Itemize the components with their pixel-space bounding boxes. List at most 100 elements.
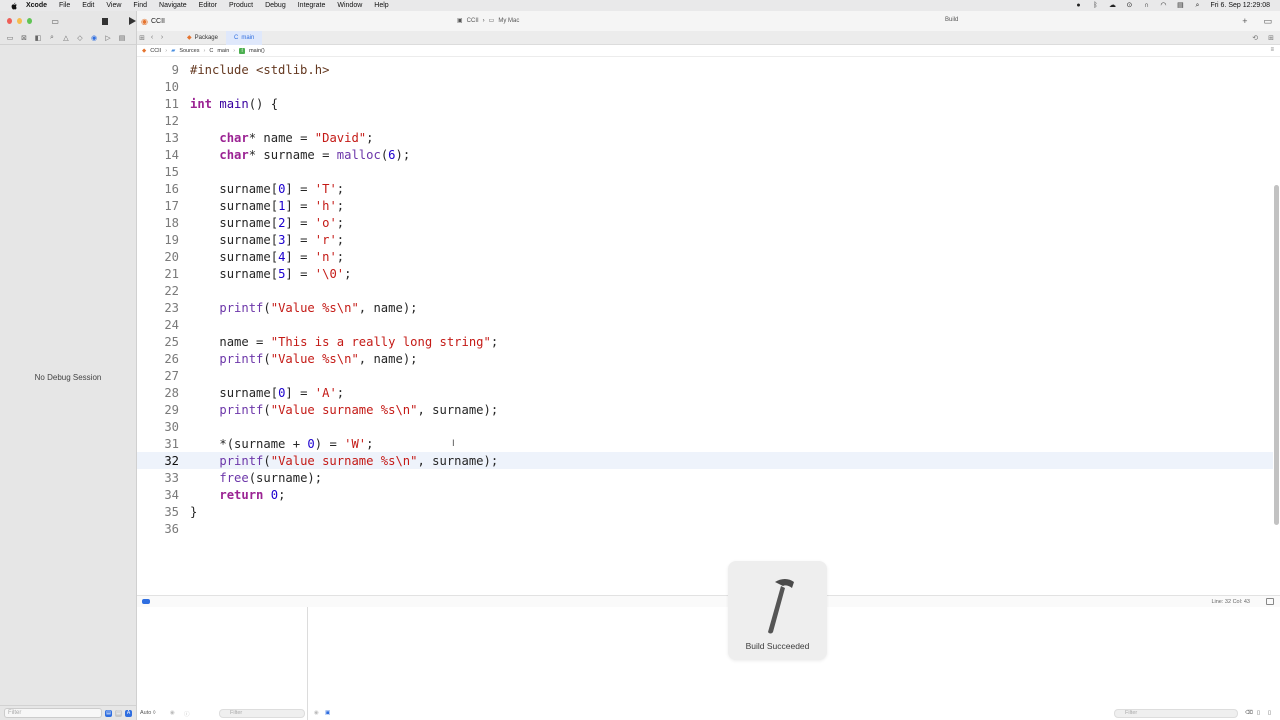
info-icon[interactable]: ⓘ	[184, 710, 190, 718]
menu-edit[interactable]: Edit	[82, 2, 94, 9]
eye-icon[interactable]: ◉	[314, 710, 319, 716]
sidebar-toggle-icon[interactable]: ▭	[51, 17, 59, 26]
code-line: 16 surname[0] = 'T';	[137, 180, 1273, 197]
jumpbar-item-sources[interactable]: Sources	[179, 48, 199, 54]
variables-filter-input[interactable]: Filter	[219, 709, 305, 718]
sidebar-filter-input[interactable]: Filter	[4, 708, 102, 718]
line-number: 35	[164, 504, 179, 519]
bookmark-icon[interactable]: ◧	[34, 34, 42, 42]
window-controls: ▭	[0, 11, 137, 31]
destination-device: My Mac	[498, 17, 520, 24]
add-icon[interactable]: +	[1242, 16, 1247, 27]
variables-scope-select[interactable]: Auto ◊	[140, 710, 156, 716]
tab-main[interactable]: C main	[225, 30, 263, 45]
debug-area-toggle-icon[interactable]	[142, 599, 150, 604]
scheme-name: CCII	[150, 18, 165, 25]
line-number: 34	[164, 487, 179, 502]
code-line: 20 surname[4] = 'n';	[137, 248, 1273, 265]
minimize-window-button[interactable]	[17, 18, 23, 24]
code-line: 13 char* name = "David";	[137, 129, 1273, 146]
jumpbar-item-function[interactable]: main()	[249, 48, 265, 54]
build-succeeded-label: Build Succeeded	[745, 641, 810, 651]
code-line: 19 surname[3] = 'r';	[137, 231, 1273, 248]
jumpbar-item-project[interactable]: CCII	[150, 48, 161, 54]
eye-icon[interactable]: ◉	[170, 710, 175, 716]
apple-icon[interactable]	[10, 2, 18, 10]
trash-icon[interactable]: ⌫	[1245, 710, 1253, 716]
console-icon[interactable]: ▣	[325, 710, 330, 716]
code-line: 26 printf("Value %s\n", name);	[137, 350, 1273, 367]
menu-window[interactable]: Window	[337, 2, 362, 9]
menu-debug[interactable]: Debug	[265, 2, 286, 9]
run-button[interactable]	[129, 17, 137, 25]
line-number: 25	[164, 334, 179, 349]
code-line: 30	[137, 418, 1273, 435]
panel-toggle-icon[interactable]	[1266, 598, 1274, 605]
forward-icon[interactable]: ›	[157, 34, 167, 41]
menu-editor[interactable]: Editor	[199, 2, 217, 9]
menu-integrate[interactable]: Integrate	[298, 2, 326, 9]
grid-icon[interactable]: ⊞	[137, 34, 147, 42]
menu-navigate[interactable]: Navigate	[159, 2, 187, 9]
menu-help[interactable]: Help	[374, 2, 388, 9]
code-line: 22	[137, 282, 1273, 299]
control-center-icon[interactable]: ▤	[1176, 2, 1184, 9]
record-icon[interactable]: ●	[1074, 2, 1082, 9]
editor-scrollbar[interactable]	[1274, 185, 1279, 525]
code-text: #include <stdlib.h>	[190, 62, 330, 77]
terminal-icon: ▣	[457, 18, 463, 24]
code-text: surname[5] = '\0';	[219, 266, 352, 281]
wifi-icon[interactable]: ◠	[1159, 2, 1167, 9]
chevron-icon: ›	[233, 47, 236, 54]
cloud-icon[interactable]: ☁	[1108, 2, 1116, 9]
code-line: 24	[137, 316, 1273, 333]
source-editor[interactable]: 9 #include <stdlib.h> 10 11 int main() { 1…	[137, 61, 1280, 601]
find-icon[interactable]: ⌕	[48, 34, 56, 42]
code-text: *(surname + 0) = 'W';	[219, 436, 374, 451]
close-window-button[interactable]	[7, 18, 13, 24]
split-left-icon[interactable]: ▯	[1257, 710, 1260, 716]
filter-option3-icon[interactable]: A	[125, 709, 132, 717]
code-line-current: 32 printf("Value surname %s\n", surname)…	[137, 452, 1273, 469]
play-circle-icon[interactable]: ⊙	[1125, 2, 1133, 9]
issue-icon[interactable]: △	[62, 34, 70, 42]
line-column-indicator: Line: 32 Col: 43	[1211, 599, 1250, 605]
code-text: surname[0] = 'A';	[219, 385, 345, 400]
add-editor-icon[interactable]: ⊞	[1268, 34, 1274, 42]
zoom-window-button[interactable]	[27, 18, 33, 24]
run-destination[interactable]: ▣ CCII › ▭ My Mac	[457, 17, 520, 25]
editor-tab-bar: ⊞ ‹ › ◆ Package C main ⟲ ⊞	[137, 30, 1280, 45]
headphones-icon[interactable]: ∩	[1142, 2, 1150, 9]
line-number: 27	[164, 368, 179, 383]
bluetooth-icon[interactable]: ᛒ	[1091, 2, 1099, 9]
test-icon[interactable]: ◇	[76, 34, 84, 42]
debug-split-divider[interactable]	[307, 607, 308, 720]
folder-icon[interactable]: ▭	[6, 34, 14, 42]
stop-button[interactable]	[102, 17, 109, 25]
breakpoint-icon[interactable]: ▷	[104, 34, 112, 42]
source-control-icon[interactable]: ⊠	[20, 34, 28, 42]
code-text: char* name = "David";	[219, 130, 374, 145]
refresh-icon[interactable]: ⟲	[1252, 34, 1258, 42]
search-icon[interactable]: ⌕	[1193, 2, 1201, 9]
filter-option2-icon[interactable]: ▤	[115, 709, 122, 717]
jumpbar-item-file[interactable]: main	[217, 48, 229, 54]
menu-file[interactable]: File	[59, 2, 70, 9]
line-number: 22	[164, 283, 179, 298]
menu-product[interactable]: Product	[229, 2, 253, 9]
scheme-selector[interactable]: ◉ CCII	[141, 17, 165, 26]
console-filter-input[interactable]: Filter	[1114, 709, 1238, 718]
line-number: 26	[164, 351, 179, 366]
debug-navigator-icon[interactable]: ◉	[90, 34, 98, 42]
report-icon[interactable]: ▤	[118, 34, 126, 42]
menu-app[interactable]: Xcode	[26, 2, 47, 9]
tab-package[interactable]: ◆ Package	[179, 31, 226, 45]
filter-option-icon[interactable]: ▤	[105, 709, 112, 717]
menubar-clock[interactable]: Fri 6. Sep 12:29:08	[1210, 2, 1270, 9]
related-items-icon[interactable]: ≡	[1270, 47, 1274, 53]
back-icon[interactable]: ‹	[147, 34, 157, 41]
menu-view[interactable]: View	[106, 2, 121, 9]
menu-find[interactable]: Find	[133, 2, 147, 9]
inspector-toggle-icon[interactable]: ▭	[1263, 16, 1272, 27]
split-right-icon[interactable]: ▯	[1268, 710, 1271, 716]
